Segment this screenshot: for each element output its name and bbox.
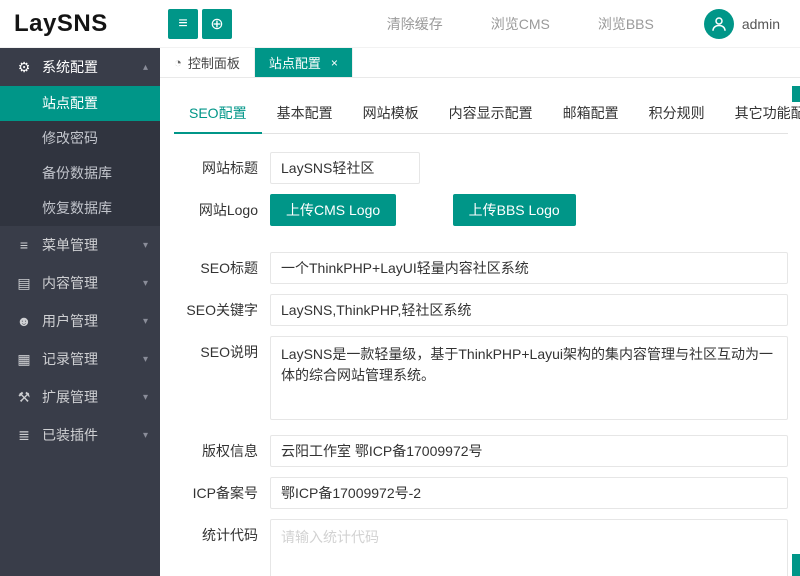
copyright-label: 版权信息 [202, 443, 258, 459]
chevron-down-icon: ▾ [142, 277, 148, 289]
sidebar-group-label: 系统配置 [42, 59, 98, 75]
form-row-icp: ICP备案号 [176, 477, 788, 509]
copyright-input[interactable] [270, 435, 788, 467]
upload-cms-logo-button[interactable]: 上传CMS Logo [270, 194, 397, 226]
tab-label: 站点配置 [268, 56, 321, 71]
seo-title-input[interactable] [270, 252, 788, 284]
sidebar-children-system-config: 站点配置 修改密码 备份数据库 恢复数据库 [0, 86, 160, 226]
sidebar-group-label: 内容管理 [42, 275, 98, 291]
header-buttons: ≡ ⊕ [168, 8, 232, 39]
sidebar-group-content-mgmt[interactable]: ▤ 内容管理 ▾ [0, 264, 160, 302]
menu-icon: ≡ [19, 237, 29, 253]
sidebar-group-menu-mgmt[interactable]: ≡ 菜单管理 ▾ [0, 226, 160, 264]
icp-label: ICP备案号 [192, 485, 258, 501]
sidebar-toggle-button[interactable]: ≡ [168, 8, 198, 39]
plugin-icon: ≣ [18, 426, 30, 443]
form-row-seo-title: SEO标题 [176, 252, 788, 284]
top-header: LaySNS ≡ ⊕ 清除缓存 浏览CMS 浏览BBS admin [0, 0, 800, 48]
site-title-label: 网站标题 [202, 160, 258, 176]
close-icon[interactable]: × [331, 56, 338, 70]
tab-points-rules[interactable]: 积分规则 [634, 93, 720, 133]
sidebar: ⚙ 系统配置 ▴ 站点配置 修改密码 备份数据库 恢复数据库 ≡ 菜单管理 ▾ … [0, 48, 160, 576]
tab-basic-config[interactable]: 基本配置 [262, 93, 348, 133]
chevron-down-icon: ▾ [142, 429, 148, 441]
chevron-up-icon: ▴ [142, 61, 148, 73]
sidebar-item-backup-db[interactable]: 备份数据库 [0, 156, 160, 191]
chevron-down-icon: ▾ [142, 353, 148, 365]
tab-seo-config[interactable]: SEO配置 [174, 93, 262, 134]
icp-input[interactable] [270, 477, 788, 509]
browse-bbs-link[interactable]: 浏览BBS [598, 14, 654, 34]
sidebar-group-user-mgmt[interactable]: ☻ 用户管理 ▾ [0, 302, 160, 340]
scrollbar-thumb-top[interactable] [792, 86, 800, 102]
form-row-seo-description: SEO说明 LaySNS是一款轻量级，基于ThinkPHP+Layui架构的集内… [176, 336, 788, 425]
sidebar-group-installed-plugins[interactable]: ≣ 已装插件 ▾ [0, 416, 160, 454]
brand-logo: LaySNS [14, 9, 108, 37]
clear-cache-link[interactable]: 清除缓存 [387, 14, 443, 34]
sidebar-group-label: 用户管理 [42, 313, 98, 329]
user-menu[interactable]: admin [703, 8, 780, 39]
form-row-seo-keywords: SEO关键字 [176, 294, 788, 326]
sidebar-group-label: 菜单管理 [42, 237, 98, 253]
document-icon: ▤ [17, 274, 31, 291]
seo-keywords-label: SEO关键字 [186, 302, 258, 318]
avatar [703, 8, 734, 39]
tab-dashboard[interactable]: ◔ 控制面板 [160, 48, 255, 77]
stats-code-label: 统计代码 [202, 527, 258, 543]
site-title-input[interactable] [270, 152, 420, 184]
site-logo-label: 网站Logo [198, 202, 258, 218]
seo-title-label: SEO标题 [200, 260, 258, 276]
refresh-button[interactable]: ⊕ [202, 8, 232, 39]
form-row-copyright: 版权信息 [176, 435, 788, 467]
header-links: 清除缓存 浏览CMS 浏览BBS [387, 14, 654, 34]
scrollbar-thumb-bottom[interactable] [792, 554, 800, 576]
sidebar-group-label: 已装插件 [42, 427, 98, 443]
sidebar-item-site-config[interactable]: 站点配置 [0, 86, 160, 121]
form-row-site-logo: 网站Logo 上传CMS Logo 上传BBS Logo [176, 194, 788, 226]
tab-site-config[interactable]: 站点配置 × [254, 48, 353, 77]
sidebar-item-change-password[interactable]: 修改密码 [0, 121, 160, 156]
seo-config-form: 网站标题 网站Logo 上传CMS Logo 上传BBS Logo SEO标题 … [160, 134, 800, 576]
tab-mail-config[interactable]: 邮箱配置 [548, 93, 634, 133]
user-name: admin [741, 15, 780, 32]
hamburger-icon: ≡ [178, 14, 188, 32]
sidebar-group-system-config[interactable]: ⚙ 系统配置 ▴ [0, 48, 160, 86]
form-row-stats-code: 统计代码 [176, 519, 788, 576]
dashboard-icon: ◔ [174, 55, 182, 70]
refresh-icon: ⊕ [210, 15, 224, 33]
grid-icon: ▦ [17, 350, 31, 367]
upload-bbs-logo-button[interactable]: 上传BBS Logo [452, 194, 576, 226]
tab-content-display-config[interactable]: 内容显示配置 [434, 93, 548, 133]
sidebar-group-label: 记录管理 [42, 351, 98, 367]
sidebar-item-restore-db[interactable]: 恢复数据库 [0, 191, 160, 226]
tab-other-functions[interactable]: 其它功能配置 [720, 93, 800, 133]
open-tabs-bar: ◔ 控制面板 站点配置 × [160, 48, 800, 78]
seo-keywords-input[interactable] [270, 294, 788, 326]
gear-icon: ⚙ [17, 58, 31, 75]
stats-code-textarea[interactable] [270, 519, 788, 576]
chevron-down-icon: ▾ [142, 391, 148, 403]
form-row-site-title: 网站标题 [176, 152, 788, 184]
users-icon: ☻ [16, 313, 32, 329]
seo-description-textarea[interactable]: LaySNS是一款轻量级，基于ThinkPHP+Layui架构的集内容管理与社区… [270, 336, 788, 420]
chevron-down-icon: ▾ [142, 239, 148, 251]
person-icon [712, 16, 726, 31]
config-tabs: SEO配置 基本配置 网站模板 内容显示配置 邮箱配置 积分规则 其它功能配置 [174, 93, 800, 134]
sidebar-group-record-mgmt[interactable]: ▦ 记录管理 ▾ [0, 340, 160, 378]
main-content: SEO配置 基本配置 网站模板 内容显示配置 邮箱配置 积分规则 其它功能配置 … [160, 79, 800, 576]
chevron-down-icon: ▾ [142, 315, 148, 327]
browse-cms-link[interactable]: 浏览CMS [491, 14, 550, 34]
wrench-icon: ⚒ [17, 388, 31, 405]
tab-label: 控制面板 [187, 56, 240, 71]
sidebar-group-label: 扩展管理 [42, 389, 98, 405]
tab-site-template[interactable]: 网站模板 [348, 93, 434, 133]
sidebar-group-extension-mgmt[interactable]: ⚒ 扩展管理 ▾ [0, 378, 160, 416]
seo-description-label: SEO说明 [200, 344, 258, 360]
